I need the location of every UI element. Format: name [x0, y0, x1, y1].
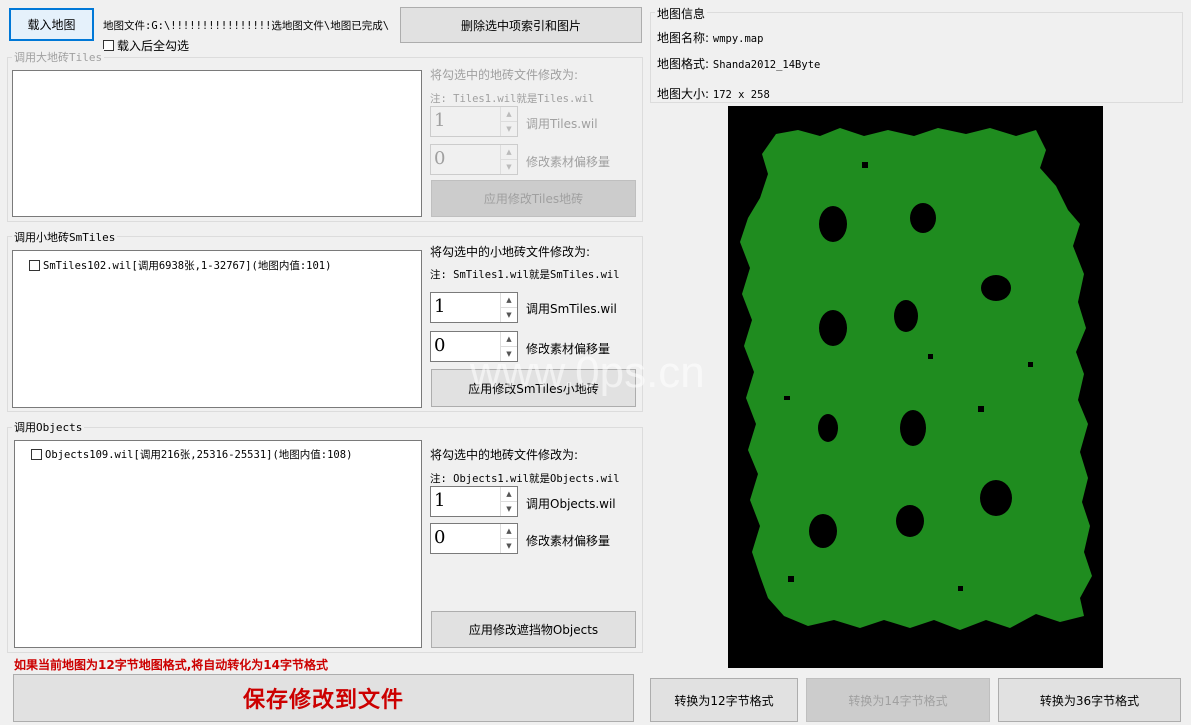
map-size-label: 地图大小:	[657, 87, 710, 101]
stepper-up-icon[interactable]: ▲	[501, 107, 517, 122]
checkbox-box[interactable]	[29, 260, 40, 271]
smtiles-offset-stepper-value: 0	[434, 335, 446, 356]
list-item-label: SmTiles102.wil[调用6938张,1-32767](地图内值:101…	[43, 260, 332, 272]
stepper-up-icon[interactable]: ▲	[501, 332, 517, 347]
stepper-up-icon[interactable]: ▲	[501, 487, 517, 502]
objects-listbox[interactable]: Objects109.wil[调用216张,25316-25531](地图内值:…	[14, 440, 422, 648]
objects-note: 注: Objects1.wil就是Objects.wil	[430, 473, 620, 485]
convert-36-byte-button[interactable]: 转换为36字节格式	[998, 678, 1181, 722]
map-name-value: wmpy.map	[712, 33, 764, 45]
map-format-row: 地图格式: Shanda2012_14Byte	[657, 55, 820, 72]
smtiles-group-title: 调用小地砖SmTiles	[12, 229, 118, 245]
stepper-down-icon[interactable]: ▼	[501, 502, 517, 516]
list-item-label: Objects109.wil[调用216张,25316-25531](地图内值:…	[45, 449, 353, 461]
objects-file-stepper[interactable]: 1 ▲ ▼	[430, 486, 518, 517]
objects-offset-stepper-value: 0	[434, 527, 446, 548]
stepper-up-icon[interactable]: ▲	[501, 293, 517, 308]
smtiles-file-stepper[interactable]: 1 ▲ ▼	[430, 292, 518, 323]
map-preview-image	[740, 128, 1092, 630]
smtiles-file-stepper-value: 1	[434, 296, 446, 317]
load-map-button[interactable]: 载入地图	[9, 8, 94, 41]
tiles-offset-stepper[interactable]: 0 ▲ ▼	[430, 144, 518, 175]
tiles-note: 注: Tiles1.wil就是Tiles.wil	[430, 93, 595, 105]
stepper-down-icon[interactable]: ▼	[501, 160, 517, 174]
smtiles-note: 注: SmTiles1.wil就是SmTiles.wil	[430, 269, 620, 281]
list-item[interactable]: SmTiles102.wil[调用6938张,1-32767](地图内值:101…	[29, 258, 331, 273]
convert-12-byte-button[interactable]: 转换为12字节格式	[650, 678, 798, 722]
conversion-warning: 如果当前地图为12字节地图格式,将自动转化为14字节格式	[14, 658, 328, 672]
apply-tiles-button[interactable]: 应用修改Tiles地砖	[431, 180, 636, 217]
select-all-after-load-checkbox[interactable]: 载入后全勾选	[103, 37, 189, 54]
list-item[interactable]: Objects109.wil[调用216张,25316-25531](地图内值:…	[31, 447, 352, 462]
tiles-modify-label: 将勾选中的地砖文件修改为:	[430, 68, 579, 82]
objects-group-title: 调用Objects	[12, 419, 85, 435]
tiles-group-title: 调用大地砖Tiles	[12, 49, 105, 65]
objects-modify-label: 将勾选中的地砖文件修改为:	[430, 448, 579, 462]
map-name-row: 地图名称: wmpy.map	[657, 29, 763, 46]
tiles-listbox[interactable]	[12, 70, 422, 217]
apply-objects-button[interactable]: 应用修改遮挡物Objects	[431, 611, 636, 648]
map-file-path-label: 地图文件:G:\!!!!!!!!!!!!!!!!选地图文件\地图已完成\	[103, 20, 390, 32]
tiles-file-stepper[interactable]: 1 ▲ ▼	[430, 106, 518, 137]
objects-file-label: 调用Objects.wil	[526, 497, 616, 511]
tiles-offset-label: 修改素材偏移量	[526, 155, 611, 169]
stepper-down-icon[interactable]: ▼	[501, 539, 517, 553]
objects-file-stepper-value: 1	[434, 490, 446, 511]
smtiles-file-label: 调用SmTiles.wil	[526, 302, 617, 316]
stepper-down-icon[interactable]: ▼	[501, 308, 517, 322]
tiles-offset-stepper-value: 0	[434, 148, 446, 169]
stepper-down-icon[interactable]: ▼	[501, 122, 517, 136]
map-size-value: 172 x 258	[712, 89, 770, 101]
objects-offset-label: 修改素材偏移量	[526, 534, 611, 548]
map-format-value: Shanda2012_14Byte	[712, 59, 821, 71]
smtiles-listbox[interactable]: SmTiles102.wil[调用6938张,1-32767](地图内值:101…	[12, 250, 422, 408]
map-size-row: 地图大小: 172 x 258	[657, 85, 770, 102]
checkbox-box[interactable]	[31, 449, 42, 460]
objects-offset-stepper[interactable]: 0 ▲ ▼	[430, 523, 518, 554]
tiles-file-label: 调用Tiles.wil	[526, 117, 598, 131]
watermark-text: www.0ps.cn	[470, 348, 705, 397]
stepper-up-icon[interactable]: ▲	[501, 145, 517, 160]
map-format-label: 地图格式:	[657, 57, 710, 71]
select-all-after-load-label: 载入后全勾选	[117, 39, 190, 53]
smtiles-modify-label: 将勾选中的小地砖文件修改为:	[430, 245, 591, 259]
map-info-group-title: 地图信息	[655, 5, 708, 22]
map-preview	[728, 106, 1103, 668]
tiles-file-stepper-value: 1	[434, 110, 446, 131]
save-to-file-button[interactable]: 保存修改到文件	[13, 674, 634, 722]
convert-14-byte-button[interactable]: 转换为14字节格式	[806, 678, 990, 722]
map-name-label: 地图名称:	[657, 31, 710, 45]
stepper-up-icon[interactable]: ▲	[501, 524, 517, 539]
delete-selected-button[interactable]: 删除选中项索引和图片	[400, 7, 642, 43]
checkbox-box[interactable]	[103, 40, 114, 51]
